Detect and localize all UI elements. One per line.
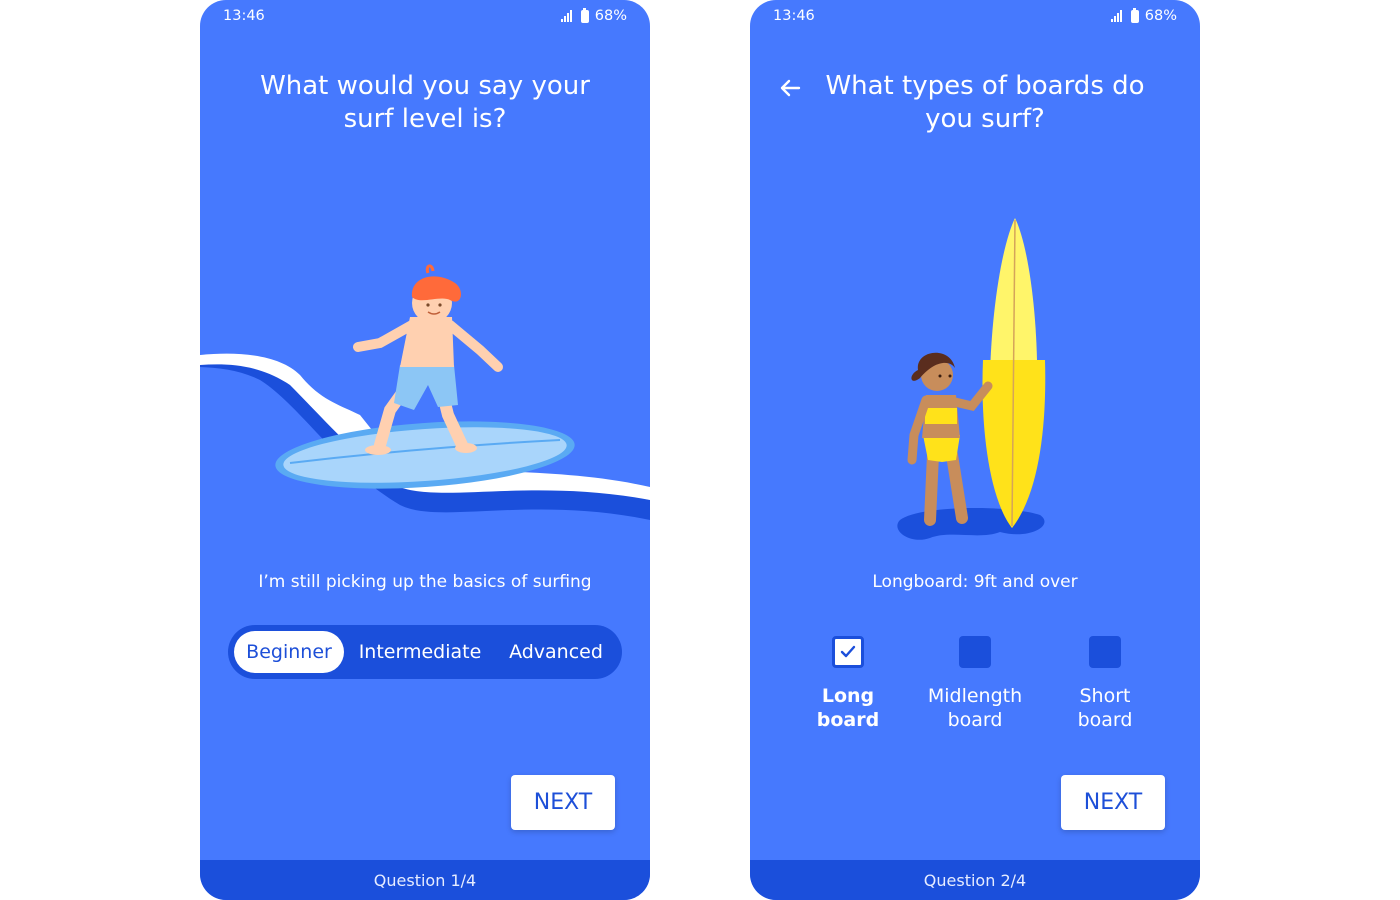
question-progress: Question 1/4 [200, 860, 650, 900]
question-progress: Question 2/4 [750, 860, 1200, 900]
surfer-illustration [200, 264, 650, 520]
status-bar: 13:46 68% [200, 6, 650, 26]
longboard-label: Long board [816, 685, 880, 731]
board-type-options: Long board Midlength board Short board [750, 636, 1200, 736]
board-illustration [897, 218, 1046, 540]
question-title: What types of boards do you surf? [825, 71, 1145, 134]
surf-level-selector: Beginner Intermediate Advanced [228, 625, 622, 679]
signal-icon [560, 10, 575, 22]
board-option-shortboard[interactable]: Short board [1045, 636, 1165, 732]
midlength-label: Midlength board [927, 685, 1023, 731]
status-time: 13:46 [223, 8, 265, 24]
status-time: 13:46 [773, 8, 815, 24]
question-title: What would you say your surf level is? [260, 71, 590, 134]
level-description: I’m still picking up the basics of surfi… [258, 572, 592, 592]
battery-icon [580, 7, 589, 23]
board-option-midlength[interactable]: Midlength board [915, 636, 1035, 732]
level-option-beginner[interactable]: Beginner [234, 631, 344, 673]
longboard-checkbox[interactable] [832, 636, 864, 668]
level-option-advanced[interactable]: Advanced [496, 631, 616, 673]
screen-board-types: 13:46 68% What types of boards do you su… [750, 0, 1200, 900]
next-button[interactable]: NEXT [511, 775, 615, 830]
next-button[interactable]: NEXT [1061, 775, 1165, 830]
checkmark-icon [840, 645, 856, 658]
battery-icon [1130, 7, 1139, 23]
level-option-intermediate[interactable]: Intermediate [344, 631, 496, 673]
shortboard-label: Short board [1077, 685, 1133, 731]
battery-percent: 68% [1144, 8, 1177, 24]
screen-surf-level: 13:46 68% What would you say your surf l… [200, 0, 650, 900]
shortboard-checkbox[interactable] [1089, 636, 1121, 668]
midlength-checkbox[interactable] [959, 636, 991, 668]
status-bar: 13:46 68% [750, 6, 1200, 26]
battery-percent: 68% [594, 8, 627, 24]
back-arrow-icon[interactable] [778, 76, 802, 100]
board-description: Longboard: 9ft and over [872, 572, 1078, 592]
board-option-longboard[interactable]: Long board [788, 636, 908, 732]
signal-icon [1110, 10, 1125, 22]
